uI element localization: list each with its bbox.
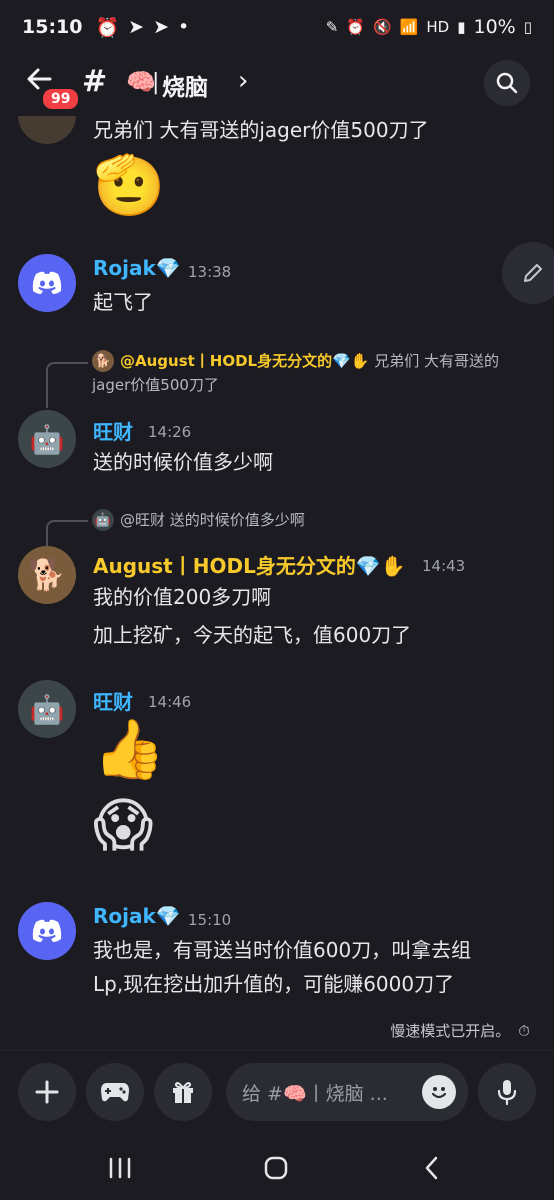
avatar[interactable] — [18, 254, 76, 312]
reply-snippet-continued: jager价值500刀了 — [92, 376, 219, 394]
search-icon — [496, 72, 518, 94]
sticker-emoji: 😱 — [93, 791, 154, 859]
home-button[interactable] — [256, 1148, 296, 1188]
message-text: 我也是，有哥送当时价值600刀，叫拿去组 — [93, 938, 472, 962]
gift-button[interactable] — [154, 1063, 212, 1121]
back-chevron-icon — [425, 1156, 438, 1180]
voice-message-button[interactable] — [478, 1063, 536, 1121]
timestamp: 14:46 — [148, 693, 192, 711]
avatar[interactable]: 🐕 — [18, 546, 76, 604]
dot-icon: • — [178, 16, 190, 38]
unread-badge: 99 — [40, 86, 82, 112]
channel-separator: | — [152, 70, 160, 95]
avatar[interactable]: 🤖 — [18, 680, 76, 738]
reply-username: @August丨HODL身无分文的💎✋ — [120, 352, 370, 370]
add-button[interactable] — [18, 1063, 76, 1121]
message-text: 兄弟们 大有哥送的jager价值500刀了 — [93, 118, 429, 142]
reply-connector — [46, 520, 88, 546]
avatar[interactable] — [18, 116, 76, 144]
saluting-emoji: 🫡 — [93, 151, 166, 219]
plus-icon — [35, 1080, 59, 1104]
slow-mode-notice: 慢速模式已开启。 ⏱ — [390, 1020, 530, 1041]
message-text: 起飞了 — [93, 290, 153, 314]
activities-button[interactable] — [86, 1063, 144, 1121]
home-icon — [264, 1156, 288, 1180]
status-time: 15:10 — [22, 16, 83, 38]
system-nav-bar — [0, 1134, 554, 1200]
channel-name[interactable]: 烧脑 — [162, 68, 208, 102]
status-bar: 15:10 ⏰ ➤ ➤ • ✎ ⏰ 🔇 📶 HD ▮ 10% ▯ — [0, 0, 554, 54]
gift-icon — [173, 1082, 193, 1103]
message-text: 送的时候价值多少啊 — [93, 450, 273, 474]
alarm-status-icon: ⏰ — [346, 18, 366, 36]
channel-header: 99 # 🧠 | 烧脑 › — [0, 54, 554, 116]
recents-icon — [109, 1157, 131, 1179]
reply-connector — [46, 362, 88, 408]
message-text: 加上挖矿，今天的起飞，值600刀了 — [93, 623, 412, 647]
reply-avatar: 🐕 — [92, 350, 114, 372]
gamepad-icon — [101, 1083, 129, 1102]
username[interactable]: 旺财 — [93, 416, 133, 445]
search-button[interactable] — [484, 60, 530, 106]
timestamp: 13:38 — [188, 263, 232, 281]
chevron-right-icon[interactable]: › — [238, 66, 248, 96]
reply-preview[interactable]: @旺财 送的时候价值多少啊 — [120, 508, 305, 532]
smiley-icon — [431, 1087, 447, 1099]
microphone-icon — [497, 1080, 517, 1106]
wifi-icon: 📶 — [399, 18, 419, 36]
discord-icon — [32, 271, 62, 294]
alarm-icon: ⏰ — [95, 16, 120, 39]
thumbs-up-emoji: 👍 — [93, 715, 166, 783]
message-text: 我的价值200多刀啊 — [93, 585, 272, 609]
username[interactable]: Rojak💎 — [93, 904, 181, 928]
slow-mode-text: 慢速模式已开启。 — [390, 1022, 511, 1040]
discord-icon — [32, 919, 62, 942]
timestamp: 14:43 — [422, 557, 466, 575]
telegram-icon: ➤ — [128, 16, 145, 38]
username[interactable]: Rojak💎 — [93, 256, 181, 280]
timestamp: 14:26 — [148, 423, 192, 441]
reply-snippet: 送的时候价值多少啊 — [165, 511, 305, 529]
reply-username: @旺财 — [120, 511, 166, 529]
reply-preview[interactable]: @August丨HODL身无分文的💎✋ 兄弟们 大有哥送的 — [120, 349, 530, 373]
composer: 给 #🧠丨烧脑 ... — [0, 1050, 554, 1134]
signal-icon: ▮ — [457, 18, 466, 36]
channel-hash-icon: # — [82, 64, 108, 99]
message-input[interactable]: 给 #🧠丨烧脑 ... — [226, 1063, 468, 1121]
timestamp: 15:10 — [188, 911, 232, 929]
pen-status-icon: ✎ — [325, 18, 339, 36]
battery-level: 10% — [473, 16, 516, 38]
emoji-button[interactable] — [422, 1075, 456, 1109]
message-list[interactable]: 兄弟们 大有哥送的jager价值500刀了 🫡 Rojak💎 13:38 起飞了… — [0, 116, 554, 1050]
avatar[interactable] — [18, 902, 76, 960]
pencil-icon — [524, 264, 542, 282]
message-input-placeholder: 给 #🧠丨烧脑 ... — [242, 1082, 388, 1105]
recents-button[interactable] — [100, 1148, 140, 1188]
avatar[interactable]: 🤖 — [18, 410, 76, 468]
message-text: Lp,现在挖出加升值的，可能赚6000刀了 — [93, 972, 455, 996]
back-nav-button[interactable] — [412, 1148, 452, 1188]
stopwatch-icon: ⏱ — [518, 1021, 530, 1040]
telegram-icon-2: ➤ — [153, 16, 169, 38]
username[interactable]: August丨HODL身无分文的💎✋ — [93, 550, 406, 579]
battery-icon: ▯ — [523, 18, 532, 36]
reply-avatar: 🤖 — [92, 509, 114, 531]
edit-button[interactable] — [502, 242, 554, 304]
username[interactable]: 旺财 — [93, 686, 133, 715]
network-label: HD — [426, 18, 450, 36]
mute-icon: 🔇 — [373, 18, 392, 36]
reply-snippet: 兄弟们 大有哥送的 — [369, 352, 500, 370]
